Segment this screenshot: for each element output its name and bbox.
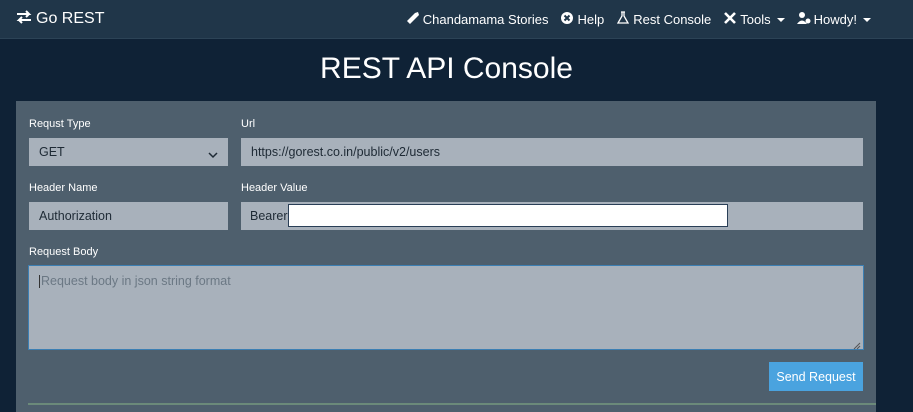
send-request-button[interactable]: Send Request [769, 362, 863, 391]
exchange-icon [15, 9, 33, 29]
url-value: https://gorest.co.in/public/v2/users [251, 145, 440, 159]
text-cursor [39, 275, 40, 289]
header-name-label: Header Name [29, 182, 98, 194]
request-body-label: Request Body [29, 246, 99, 258]
header-name-input[interactable]: Authorization [29, 202, 228, 230]
request-body-textarea[interactable]: Request body in json string format [28, 265, 864, 350]
nav-chandamama-stories[interactable]: Chandamama Stories [406, 11, 549, 28]
nav-label: Tools [740, 11, 771, 27]
bearer-token-input[interactable] [288, 204, 728, 227]
request-body-placeholder: Request body in json string format [41, 274, 231, 288]
nav-label: Help [577, 11, 605, 27]
nav-label: Rest Console [633, 11, 712, 27]
nav-label: Chandamama Stories [422, 11, 549, 27]
nav-rest-console[interactable]: Rest Console [616, 10, 712, 28]
request-type-value: GET [39, 145, 65, 159]
divider [28, 403, 876, 405]
url-input[interactable]: https://gorest.co.in/public/v2/users [241, 138, 863, 166]
nav-links: Chandamama Stories Help Rest Console Too… [406, 9, 871, 29]
user-icon [796, 11, 811, 28]
header-name-value: Authorization [39, 209, 112, 223]
page-title: REST API Console [320, 52, 573, 85]
header-value-label: Header Value [241, 182, 308, 194]
nav-howdy[interactable]: Howdy! [796, 11, 871, 28]
nav-help[interactable]: Help [560, 11, 604, 28]
rocket-icon [406, 11, 420, 28]
request-type-select[interactable]: GET [29, 138, 228, 166]
bearer-prefix: Bearer [250, 209, 288, 223]
nav-tools[interactable]: Tools [723, 11, 785, 28]
resize-handle-icon[interactable] [853, 339, 861, 350]
url-label: Url [241, 118, 256, 130]
brand-label: Go REST [36, 10, 105, 27]
nav-label: Howdy! [813, 11, 857, 27]
navbar: Go REST Chandamama Stories Help Rest Con… [0, 0, 913, 39]
chevron-down-icon [208, 148, 218, 159]
chevron-down-icon [776, 18, 785, 22]
help-circle-icon [560, 11, 574, 28]
brand-link[interactable]: Go REST [15, 8, 104, 30]
request-type-label: Requst Type [29, 118, 91, 130]
flask-icon [616, 10, 630, 28]
chevron-down-icon [863, 18, 871, 22]
tools-icon [723, 11, 737, 28]
